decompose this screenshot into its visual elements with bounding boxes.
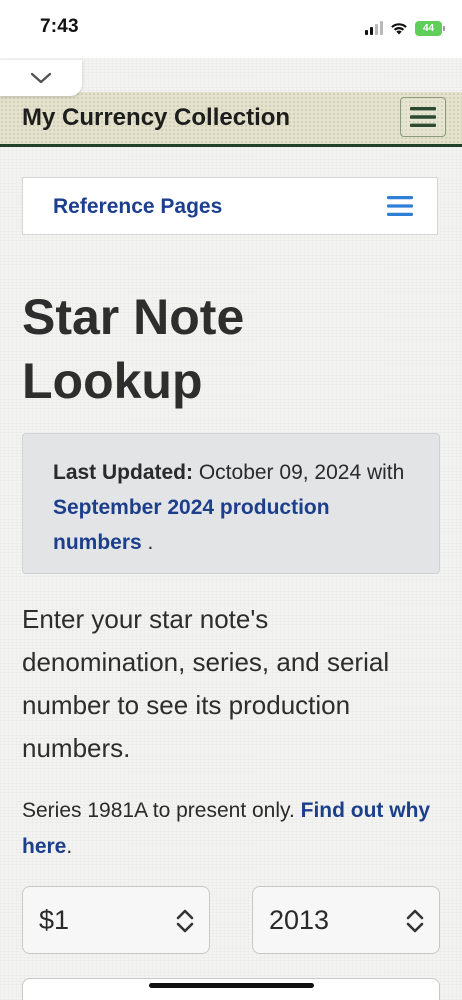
wifi-icon (390, 21, 408, 35)
reference-pages-nav: Reference Pages (22, 177, 438, 235)
site-header: My Currency Collection (0, 92, 462, 147)
series-note-suffix: . (66, 835, 73, 858)
page-title: Star Note Lookup (22, 289, 245, 409)
series-select[interactable]: 2013 (252, 886, 440, 954)
status-bar: 7:43 44 (0, 0, 462, 58)
cellular-signal-icon (365, 21, 383, 35)
last-updated-notice: Last Updated: October 09, 2024 with Sept… (22, 433, 440, 574)
denomination-value: $1 (39, 905, 70, 935)
series-value: 2013 (269, 905, 330, 935)
status-time: 7:43 (40, 16, 79, 37)
denomination-select[interactable]: $1 (22, 886, 210, 954)
series-note-text: Series 1981A to present only. (22, 799, 301, 822)
series-note: Series 1981A to present only. Find out w… (22, 793, 440, 865)
hamburger-menu-icon (387, 196, 413, 216)
last-updated-suffix: . (141, 531, 154, 554)
status-icons: 44 (365, 18, 445, 38)
last-updated-label: Last Updated: (53, 461, 194, 484)
reference-pages-link[interactable]: Reference Pages (53, 195, 222, 219)
site-menu-button[interactable] (400, 97, 446, 137)
up-down-chevron-icon (406, 909, 424, 933)
battery-level: 44 (422, 22, 435, 34)
serial-number-input[interactable] (22, 978, 440, 1000)
site-title[interactable]: My Currency Collection (22, 104, 290, 132)
collapse-toolbar-button[interactable] (0, 60, 82, 96)
last-updated-date: October 09, 2024 with (193, 461, 405, 484)
chevron-down-icon (30, 72, 52, 84)
intro-text: Enter your star note's denomination, ser… (22, 604, 390, 763)
up-down-chevron-icon (176, 909, 194, 933)
battery-icon: 44 (415, 20, 445, 36)
hamburger-menu-icon (410, 107, 436, 127)
production-numbers-link[interactable]: September 2024 production numbers (53, 496, 330, 554)
home-indicator[interactable] (149, 983, 314, 988)
reference-menu-button[interactable] (385, 193, 415, 219)
